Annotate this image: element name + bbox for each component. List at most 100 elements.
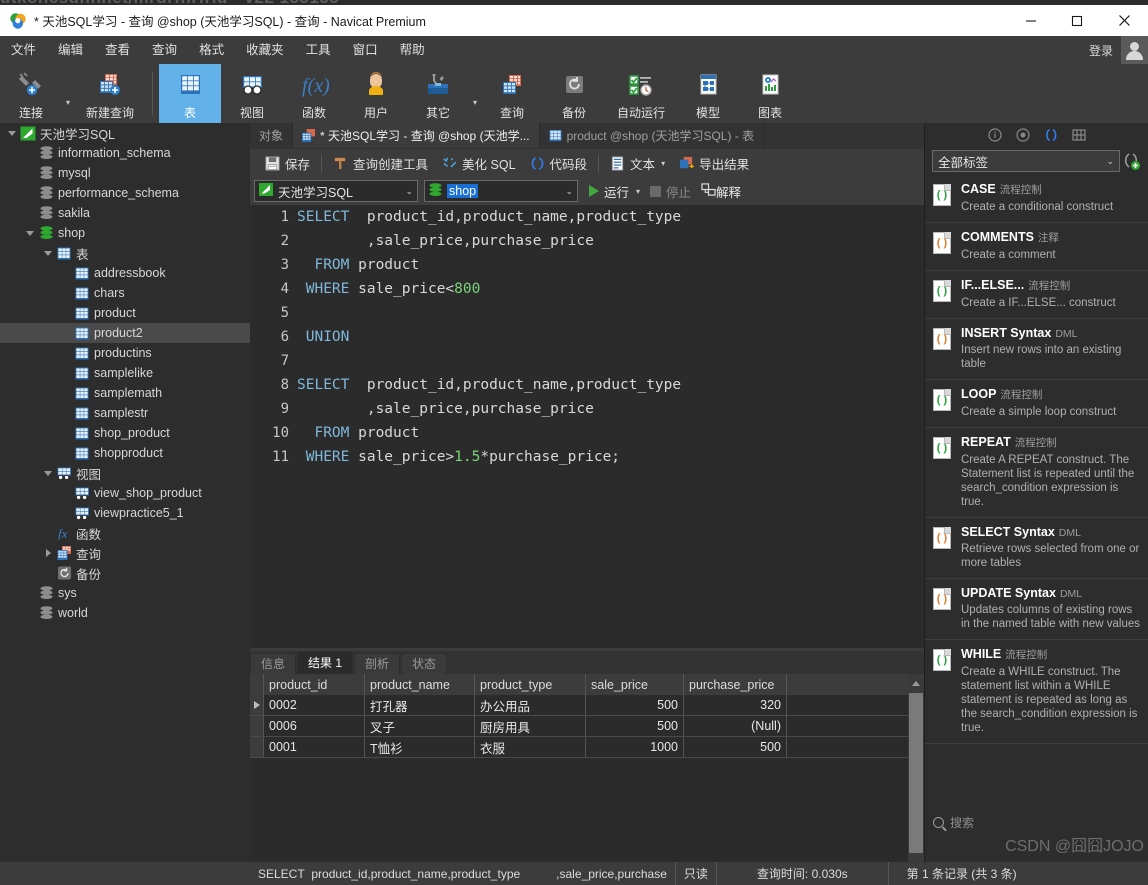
- tree-item-information_schema[interactable]: information_schema: [0, 143, 250, 163]
- editor-line[interactable]: 7: [250, 349, 924, 373]
- editor-line[interactable]: 4 WHERE sale_price<800: [250, 277, 924, 301]
- query-builder-button[interactable]: 查询创建工具: [326, 149, 435, 178]
- grid-cell[interactable]: 办公用品: [475, 695, 586, 715]
- editor-line[interactable]: 11 WHERE sale_price>1.5*purchase_price;: [250, 445, 924, 469]
- tree-item-shop[interactable]: shop: [0, 223, 250, 243]
- menu-item-view[interactable]: 查看: [94, 36, 141, 64]
- grid-column-header[interactable]: sale_price: [586, 674, 684, 695]
- grid-cell[interactable]: 厨房用具: [475, 716, 586, 736]
- add-snippet-button[interactable]: [1120, 151, 1142, 171]
- snippet-item[interactable]: ( ) REPEAT 流程控制 Create A REPEAT construct. …: [925, 428, 1148, 518]
- ribbon-connection[interactable]: 连接: [0, 64, 62, 123]
- tree-item-world[interactable]: world: [0, 603, 250, 623]
- editor-line[interactable]: 9 ,sale_price,purchase_price: [250, 397, 924, 421]
- ribbon-other[interactable]: 其它: [407, 64, 469, 123]
- chevron-down-icon[interactable]: ⌄: [557, 186, 573, 197]
- result-grid[interactable]: product_id product_name product_type sale_p…: [250, 674, 924, 885]
- grid-column-header[interactable]: product_type: [475, 674, 586, 695]
- editor-line[interactable]: 5: [250, 301, 924, 325]
- close-button[interactable]: [1100, 5, 1148, 36]
- menu-item-help[interactable]: 帮助: [389, 36, 436, 64]
- avatar[interactable]: [1121, 36, 1148, 64]
- ribbon-model[interactable]: 模型: [677, 64, 739, 123]
- tree-item-addressbook[interactable]: addressbook: [0, 263, 250, 283]
- snippet-item[interactable]: ( ) UPDATE Syntax DML Updates columns of ex…: [925, 579, 1148, 640]
- editor-line[interactable]: 1 SELECT product_id,product_name,product_…: [250, 205, 924, 229]
- grid-cell[interactable]: 320: [684, 695, 787, 715]
- tree-item-samplelike[interactable]: samplelike: [0, 363, 250, 383]
- result-tab-result1[interactable]: 结果 1: [297, 651, 354, 674]
- menu-item-edit[interactable]: 编辑: [47, 36, 94, 64]
- chevron-down-icon[interactable]: ▾: [636, 187, 640, 196]
- explain-button[interactable]: 解释: [696, 182, 746, 201]
- grid-cell[interactable]: 500: [586, 716, 684, 736]
- snippet-button[interactable]: 代码段: [523, 149, 595, 178]
- grid-cell[interactable]: 衣服: [475, 737, 586, 757]
- tree-item-[interactable]: 表: [0, 243, 250, 263]
- ribbon-backup[interactable]: 备份: [543, 64, 605, 123]
- other-dropdown-caret[interactable]: ▾: [469, 98, 481, 107]
- tree-item-shopproduct[interactable]: shopproduct: [0, 443, 250, 463]
- tree-item-sakila[interactable]: sakila: [0, 203, 250, 223]
- beautify-sql-button[interactable]: 美化 SQL: [435, 149, 523, 178]
- twisty-down-icon[interactable]: [23, 230, 37, 236]
- run-button[interactable]: 运行 ▾: [584, 182, 645, 201]
- sql-editor[interactable]: 1 SELECT product_id,product_name,product_…: [250, 205, 924, 651]
- table-row[interactable]: 0006 叉子 厨房用具 500 (Null): [250, 716, 924, 737]
- editor-line[interactable]: 6 UNION: [250, 325, 924, 349]
- grid-cell[interactable]: 0002: [264, 695, 365, 715]
- scroll-up-arrow[interactable]: [908, 674, 924, 692]
- result-tab-status[interactable]: 状态: [401, 653, 448, 674]
- info-icon[interactable]: [987, 128, 1002, 142]
- tree-item-mysql[interactable]: mysql: [0, 163, 250, 183]
- ribbon-table[interactable]: 表: [159, 64, 222, 123]
- database-select[interactable]: shop ⌄: [424, 180, 578, 202]
- snippet-label-select[interactable]: 全部标签 ⌄: [932, 150, 1120, 172]
- tree-item-viewpractice5_1[interactable]: viewpractice5_1: [0, 503, 250, 523]
- export-result-button[interactable]: 导出结果: [672, 149, 756, 178]
- menu-item-format[interactable]: 格式: [188, 36, 235, 64]
- grid-cell[interactable]: (Null): [684, 716, 787, 736]
- save-button[interactable]: 保存: [258, 149, 317, 178]
- snippet-list[interactable]: ( ) CASE 流程控制 Create a conditional construc…: [925, 175, 1148, 805]
- grid-cell[interactable]: 打孔器: [365, 695, 475, 715]
- twisty-down-icon[interactable]: [41, 470, 55, 476]
- ribbon-user[interactable]: 用户: [345, 64, 407, 123]
- record-icon[interactable]: [1015, 128, 1030, 142]
- ribbon-chart[interactable]: 图表: [739, 64, 801, 123]
- snippet-item[interactable]: ( ) LOOP 流程控制 Create a simple loop construc…: [925, 380, 1148, 428]
- tree-item-[interactable]: 备份: [0, 563, 250, 583]
- snippet-item[interactable]: ( ) COMMENTS 注释 Create a comment: [925, 223, 1148, 271]
- minimize-button[interactable]: [1008, 5, 1054, 36]
- tree-item-shop_product[interactable]: shop_product: [0, 423, 250, 443]
- ribbon-query[interactable]: 查询: [481, 64, 543, 123]
- tree-item-[interactable]: fx 函数: [0, 523, 250, 543]
- grid-column-header[interactable]: purchase_price: [684, 674, 787, 695]
- grid-cell[interactable]: 1000: [586, 737, 684, 757]
- ribbon-view[interactable]: 视图: [221, 64, 283, 123]
- result-tab-info[interactable]: 信息: [250, 653, 297, 674]
- text-view-button[interactable]: 文本 ▾: [603, 149, 672, 178]
- chevron-down-icon[interactable]: ⌄: [1106, 156, 1114, 167]
- editor-line[interactable]: 3 FROM product: [250, 253, 924, 277]
- grid-vertical-scrollbar[interactable]: [908, 674, 924, 885]
- table-row[interactable]: 0002 打孔器 办公用品 500 320: [250, 695, 924, 716]
- tree-item-product[interactable]: product: [0, 303, 250, 323]
- tree-item-product2[interactable]: product2: [0, 323, 250, 343]
- code-snippet-icon[interactable]: [1044, 128, 1058, 142]
- twisty-down-icon[interactable]: [41, 250, 55, 256]
- tree-item-samplestr[interactable]: samplestr: [0, 403, 250, 423]
- tab-query-editor[interactable]: * 天池SQL学习 - 查询 @shop (天池学...: [293, 123, 540, 148]
- snippet-item[interactable]: ( ) WHILE 流程控制 Create a WHILE construct. Th…: [925, 640, 1148, 744]
- grid-column-header[interactable]: product_name: [365, 674, 475, 695]
- chevron-down-icon[interactable]: ⌄: [397, 186, 413, 197]
- editor-line[interactable]: 2 ,sale_price,purchase_price: [250, 229, 924, 253]
- grid-cell[interactable]: T恤衫: [365, 737, 475, 757]
- grid-cell[interactable]: 500: [684, 737, 787, 757]
- tree-item-sys[interactable]: sys: [0, 583, 250, 603]
- tree-item-[interactable]: 查询: [0, 543, 250, 563]
- grid-cell[interactable]: 叉子: [365, 716, 475, 736]
- menu-item-query[interactable]: 查询: [141, 36, 188, 64]
- twisty-right-icon[interactable]: [41, 549, 55, 557]
- snippet-item[interactable]: ( ) IF...ELSE... 流程控制 Create a IF...ELSE...…: [925, 271, 1148, 319]
